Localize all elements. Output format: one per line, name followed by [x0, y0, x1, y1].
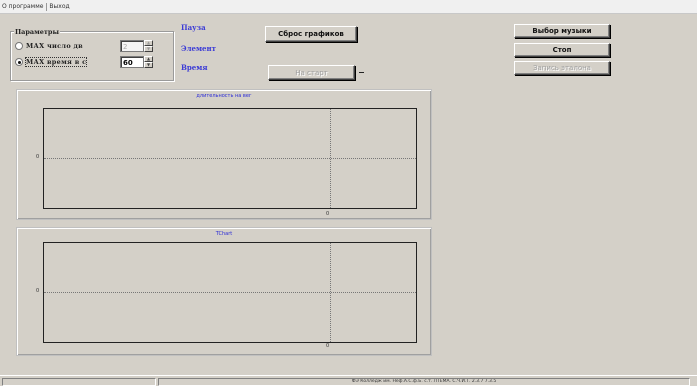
stop-button[interactable]: Стоп — [514, 43, 610, 57]
to-start-button[interactable]: На старт — [268, 65, 355, 80]
record-reference-button[interactable]: Запись эталона — [514, 61, 610, 75]
option-max-time[interactable]: МАХ время в с — [15, 56, 88, 68]
menu-item-about[interactable]: О программе — [0, 0, 46, 13]
status-bar: ФЭ Колледж им. Неф.А.С.ф.Б. с.т. ЛТЕМА. … — [0, 375, 697, 386]
reset-charts-button[interactable]: Сброс графиков — [265, 26, 357, 42]
parameters-group: Параметры МАХ число дв МАХ время в с 2 ▲… — [10, 28, 174, 81]
parameters-group-title: Параметры — [14, 28, 60, 36]
count-spinner[interactable]: 2 ▲ ▼ — [120, 40, 153, 52]
option-max-time-label: МАХ время в с — [24, 57, 88, 67]
chart-panel-duration: длительность на вег 0 0 — [16, 89, 432, 220]
time-down-arrow-icon[interactable]: ▼ — [144, 62, 153, 68]
gridline-vertical — [330, 109, 331, 208]
radio-max-count[interactable] — [15, 42, 23, 50]
gridline-horizontal — [44, 292, 416, 293]
plot-area-duration — [43, 108, 417, 209]
time-spinner[interactable]: 60 ▲ ▼ — [120, 56, 153, 68]
count-down-arrow-icon[interactable]: ▼ — [144, 46, 153, 52]
time-label: Время — [181, 63, 208, 72]
menu-item-exit[interactable]: Выход — [47, 0, 72, 13]
chart-title-tchart: TChart — [215, 231, 233, 237]
menu-bar: О программе Выход — [0, 0, 697, 14]
time-input[interactable]: 60 — [120, 56, 144, 68]
plot-area-tchart — [43, 242, 417, 343]
y-tick-label: 0 — [36, 154, 40, 160]
option-max-count[interactable]: МАХ число дв — [15, 40, 83, 52]
x-tick-label: 0 — [326, 343, 330, 349]
gridline-vertical — [330, 243, 331, 342]
gridline-horizontal — [44, 158, 416, 159]
x-tick-label: 0 — [326, 211, 330, 217]
option-max-count-label: МАХ число дв — [26, 42, 83, 50]
radio-max-time[interactable] — [15, 58, 23, 66]
pause-label: Пауза — [181, 23, 206, 32]
element-label: Элемент — [181, 44, 216, 53]
count-input[interactable]: 2 — [120, 40, 144, 52]
chart-panel-tchart: TChart 0 0 — [16, 227, 432, 356]
right-strip — [641, 14, 697, 374]
dash-mark — [359, 72, 364, 73]
y-tick-label: 0 — [36, 288, 40, 294]
choose-music-button[interactable]: Выбор музыки — [514, 24, 610, 38]
chart-title-duration: длительность на вег — [196, 93, 252, 99]
